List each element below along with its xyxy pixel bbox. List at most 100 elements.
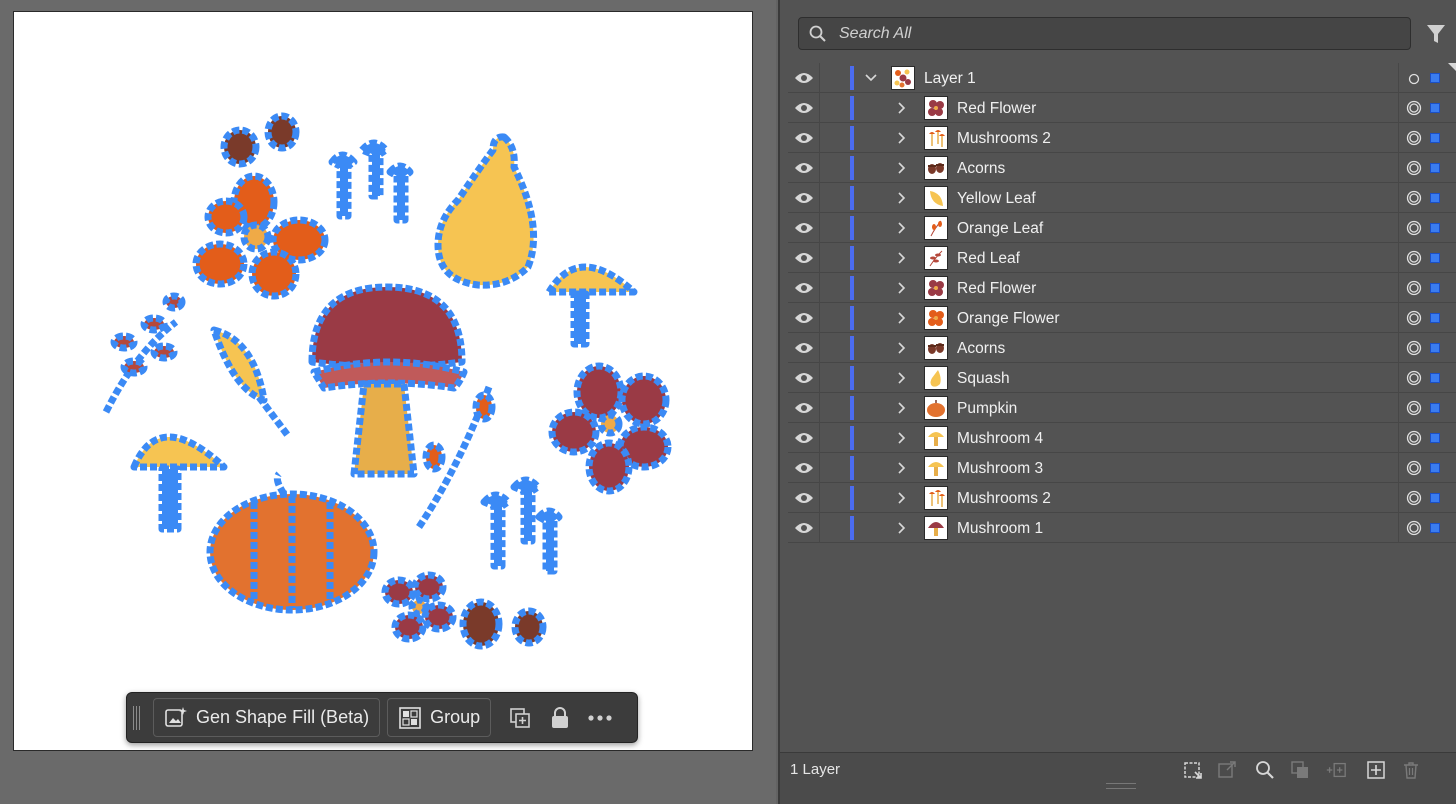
layer-name[interactable]: Layer 1 xyxy=(924,70,976,88)
layer-row[interactable]: Mushrooms 2 xyxy=(788,483,1456,513)
duplicate-button[interactable] xyxy=(502,698,538,737)
lock-button[interactable] xyxy=(542,698,578,737)
layer-row-parent[interactable]: Layer 1 xyxy=(788,63,1456,93)
target-circle-icon[interactable] xyxy=(1406,370,1422,386)
layer-name[interactable]: Orange Flower xyxy=(957,310,1060,328)
lock-column[interactable] xyxy=(819,333,820,363)
target-circle-icon[interactable] xyxy=(1406,190,1422,206)
selection-indicator[interactable] xyxy=(1430,223,1440,233)
visibility-eye-icon[interactable] xyxy=(794,461,814,475)
chevron-right-icon[interactable] xyxy=(895,281,909,295)
visibility-eye-icon[interactable] xyxy=(794,341,814,355)
layer-name[interactable]: Red Leaf xyxy=(957,250,1020,268)
locate-object-button[interactable] xyxy=(1254,759,1276,781)
selection-indicator[interactable] xyxy=(1430,373,1440,383)
chevron-right-icon[interactable] xyxy=(895,401,909,415)
selection-indicator[interactable] xyxy=(1430,313,1440,323)
layer-name[interactable]: Red Flower xyxy=(957,280,1036,298)
visibility-eye-icon[interactable] xyxy=(794,401,814,415)
layer-name[interactable]: Red Flower xyxy=(957,100,1036,118)
target-circle-icon[interactable] xyxy=(1406,490,1422,506)
drag-handle[interactable] xyxy=(133,705,141,730)
lock-column[interactable] xyxy=(819,153,820,183)
acorns-top-art[interactable] xyxy=(220,112,300,168)
red-flower-art[interactable] xyxy=(548,362,672,495)
visibility-eye-icon[interactable] xyxy=(794,221,814,235)
layer-name[interactable]: Mushrooms 2 xyxy=(957,490,1051,508)
gen-shape-fill-button[interactable]: Gen Shape Fill (Beta) xyxy=(153,698,381,737)
layer-name[interactable]: Orange Leaf xyxy=(957,220,1043,238)
visibility-eye-icon[interactable] xyxy=(794,131,814,145)
selection-indicator[interactable] xyxy=(1430,253,1440,263)
layer-row[interactable]: Orange Leaf xyxy=(788,213,1456,243)
selection-indicator[interactable] xyxy=(1430,73,1440,83)
visibility-eye-icon[interactable] xyxy=(794,431,814,445)
layer-row[interactable]: Mushrooms 2 xyxy=(788,123,1456,153)
filter-button[interactable] xyxy=(1422,20,1450,48)
layer-row[interactable]: Red Leaf xyxy=(788,243,1456,273)
layer-name[interactable]: Acorns xyxy=(957,340,1005,358)
layer-name[interactable]: Mushrooms 2 xyxy=(957,130,1051,148)
lock-column[interactable] xyxy=(819,363,820,393)
chevron-right-icon[interactable] xyxy=(895,221,909,235)
lock-column[interactable] xyxy=(819,183,820,213)
new-layer-button[interactable] xyxy=(1365,759,1387,781)
small-red-flower-art[interactable] xyxy=(381,571,457,643)
pumpkin-art[interactable] xyxy=(206,471,378,614)
layer-row[interactable]: Mushroom 1 xyxy=(788,513,1456,543)
selection-indicator[interactable] xyxy=(1430,103,1440,113)
selection-indicator[interactable] xyxy=(1430,403,1440,413)
selection-indicator[interactable] xyxy=(1430,493,1440,503)
selection-indicator[interactable] xyxy=(1430,433,1440,443)
artboard[interactable] xyxy=(13,11,753,751)
selection-indicator[interactable] xyxy=(1430,463,1440,473)
chevron-down-icon[interactable] xyxy=(864,71,878,85)
target-circle-icon[interactable] xyxy=(1406,250,1422,266)
group-button[interactable]: Group xyxy=(387,698,492,737)
target-circle-icon[interactable] xyxy=(1406,400,1422,416)
selection-indicator[interactable] xyxy=(1430,343,1440,353)
lock-column[interactable] xyxy=(819,243,820,273)
lock-column[interactable] xyxy=(819,93,820,123)
layer-row[interactable]: Acorns xyxy=(788,333,1456,363)
lock-column[interactable] xyxy=(819,273,820,303)
chevron-right-icon[interactable] xyxy=(895,311,909,325)
layer-row[interactable]: Yellow Leaf xyxy=(788,183,1456,213)
visibility-eye-icon[interactable] xyxy=(794,191,814,205)
selection-indicator[interactable] xyxy=(1430,523,1440,533)
layer-row[interactable]: Pumpkin xyxy=(788,393,1456,423)
visibility-eye-icon[interactable] xyxy=(794,101,814,115)
layer-name[interactable]: Yellow Leaf xyxy=(957,190,1036,208)
lock-column[interactable] xyxy=(819,63,820,93)
collect-for-export-button[interactable] xyxy=(1182,759,1204,781)
target-circle-icon[interactable] xyxy=(1408,73,1420,85)
lock-column[interactable] xyxy=(819,483,820,513)
layer-name[interactable]: Mushroom 1 xyxy=(957,520,1043,538)
mushrooms-bottom-art[interactable] xyxy=(480,476,563,575)
target-circle-icon[interactable] xyxy=(1406,460,1422,476)
selection-indicator[interactable] xyxy=(1430,133,1440,143)
target-circle-icon[interactable] xyxy=(1406,520,1422,536)
lock-column[interactable] xyxy=(819,393,820,423)
chevron-right-icon[interactable] xyxy=(895,341,909,355)
chevron-right-icon[interactable] xyxy=(895,461,909,475)
mushrooms-top-art[interactable] xyxy=(328,139,414,224)
chevron-right-icon[interactable] xyxy=(895,161,909,175)
lock-column[interactable] xyxy=(819,423,820,453)
target-circle-icon[interactable] xyxy=(1406,100,1422,116)
layer-name[interactable]: Mushroom 4 xyxy=(957,430,1043,448)
search-bar[interactable] xyxy=(798,17,1411,50)
layer-name[interactable]: Acorns xyxy=(957,160,1005,178)
chevron-right-icon[interactable] xyxy=(895,491,909,505)
selection-indicator[interactable] xyxy=(1430,283,1440,293)
lock-column[interactable] xyxy=(819,213,820,243)
artwork[interactable] xyxy=(14,12,754,752)
mushroom-yellow-right-art[interactable] xyxy=(545,263,638,348)
visibility-eye-icon[interactable] xyxy=(794,521,814,535)
red-leaf-art[interactable] xyxy=(102,292,186,414)
chevron-right-icon[interactable] xyxy=(895,101,909,115)
yellow-leaf-art[interactable] xyxy=(210,326,292,440)
target-circle-icon[interactable] xyxy=(1406,130,1422,146)
layer-name[interactable]: Mushroom 3 xyxy=(957,460,1043,478)
target-circle-icon[interactable] xyxy=(1406,220,1422,236)
